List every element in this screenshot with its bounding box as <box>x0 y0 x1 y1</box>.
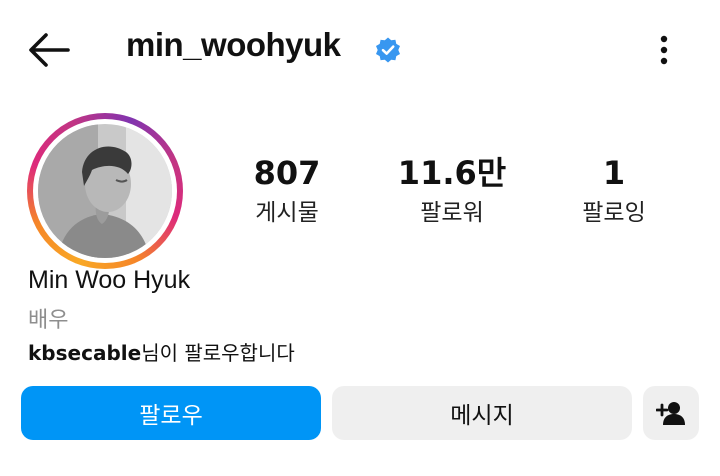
stat-followers-label: 팔로워 <box>420 200 484 226</box>
back-button[interactable] <box>26 30 72 70</box>
verified-badge-icon <box>374 36 402 64</box>
stat-followers[interactable]: 11.6만 팔로워 <box>382 153 522 229</box>
profile-category: 배우 <box>28 308 69 333</box>
stat-followers-value: 11.6만 <box>397 154 507 192</box>
profile-photo <box>38 124 172 258</box>
stat-posts[interactable]: 807 게시물 <box>217 153 357 229</box>
followed-by-suffix: 님이 팔로우합니다 <box>141 341 295 365</box>
message-button[interactable]: 메시지 <box>332 386 632 440</box>
more-options-button[interactable] <box>650 32 678 68</box>
stat-posts-label: 게시물 <box>255 200 319 226</box>
profile-username: min_woohyuk <box>126 26 341 63</box>
story-ring[interactable] <box>27 113 183 269</box>
followed-by-line[interactable]: kbsecable님이 팔로우합니다 <box>28 337 295 366</box>
followed-by-username[interactable]: kbsecable <box>28 341 141 365</box>
profile-display-name: Min Woo Hyuk <box>28 266 191 294</box>
add-person-icon <box>656 402 685 425</box>
follow-button[interactable]: 팔로우 <box>21 386 321 440</box>
arrow-left-icon <box>29 33 70 67</box>
stat-following-label: 팔로잉 <box>582 200 646 226</box>
stat-following-value: 1 <box>602 154 626 192</box>
more-vertical-icon <box>660 35 668 65</box>
stat-posts-value: 807 <box>253 154 321 192</box>
suggested-people-button[interactable] <box>643 386 699 440</box>
stat-following[interactable]: 1 팔로잉 <box>544 153 684 229</box>
